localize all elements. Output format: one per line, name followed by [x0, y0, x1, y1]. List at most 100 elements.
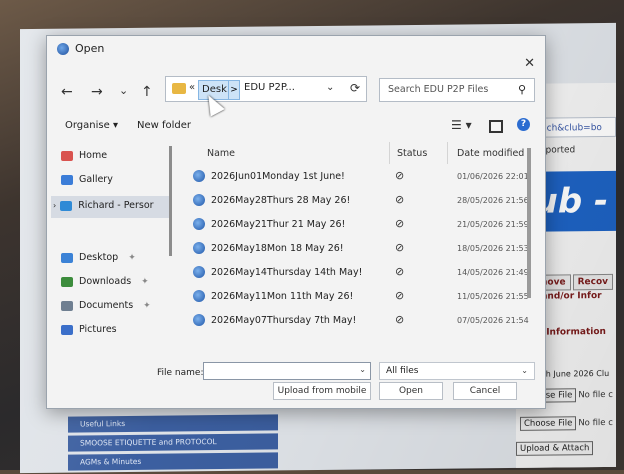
browser-icon: [57, 43, 69, 55]
file-date: 18/05/2026 21:53: [457, 244, 529, 253]
refresh-icon[interactable]: ⟳: [350, 81, 360, 95]
sync-status-icon: ⊘: [395, 289, 405, 302]
nav-item-desktop[interactable]: Desktop ✦: [61, 252, 136, 263]
column-header-date-modified[interactable]: Date modified: [457, 148, 524, 159]
file-type-select[interactable]: All files ⌄: [379, 362, 535, 380]
cloud-icon: [60, 200, 73, 211]
file-date: 28/05/2026 21:56: [457, 196, 529, 205]
file-name-dropdown-icon[interactable]: ⌄: [359, 365, 366, 374]
search-icon: ⚲: [517, 83, 526, 96]
pictures-icon: [61, 324, 73, 335]
file-type-value: All files: [386, 366, 419, 376]
html-file-icon: [193, 242, 205, 254]
html-file-icon: [193, 218, 205, 230]
recent-locations-chevron-icon[interactable]: ⌄: [119, 84, 128, 97]
address-bar[interactable]: « Desk... > EDU P2P... ⌄ ⟳: [165, 76, 367, 102]
no-file-text: No file c: [578, 417, 613, 429]
file-row[interactable]: 2026May14Thursday 14th May! ⊘ 14/05/2026…: [181, 262, 529, 284]
breadcrumb-current-folder[interactable]: EDU P2P...: [244, 82, 295, 93]
nav-item-downloads[interactable]: Downloads ✦: [61, 276, 149, 287]
search-placeholder: Search EDU P2P Files: [388, 84, 489, 95]
download-icon: [61, 276, 73, 287]
file-type-dropdown-icon[interactable]: ⌄: [521, 363, 528, 379]
no-file-text: No file c: [578, 389, 613, 401]
back-arrow-icon[interactable]: ←: [61, 84, 73, 100]
file-row[interactable]: 2026May11Mon 11th May 26! ⊘ 11/05/2026 2…: [181, 286, 529, 308]
column-divider[interactable]: [447, 142, 448, 164]
sync-status-icon: ⊘: [395, 169, 405, 182]
file-row[interactable]: 2026May28Thurs 28 May 26! ⊘ 28/05/2026 2…: [181, 190, 529, 212]
cancel-button[interactable]: Cancel: [453, 382, 517, 400]
file-name: 2026May21Thur 21 May 26!: [211, 219, 346, 230]
html-file-icon: [193, 266, 205, 278]
nav-item-label: Pictures: [79, 324, 117, 335]
breadcrumb-overflow-icon[interactable]: «: [189, 82, 195, 93]
file-row[interactable]: 2026May21Thur 21 May 26! ⊘ 21/05/2026 21…: [181, 214, 529, 236]
pin-icon[interactable]: ✦: [143, 301, 151, 311]
file-date: 21/05/2026 21:59: [457, 220, 529, 229]
home-icon: [61, 150, 73, 161]
nav-item-label: Desktop: [79, 252, 119, 263]
upload-attach-button[interactable]: Upload & Attach: [516, 441, 594, 456]
pin-icon[interactable]: ✦: [128, 253, 136, 263]
close-icon[interactable]: ✕: [524, 56, 535, 71]
sidebar-link[interactable]: AGMs & Minutes: [68, 452, 278, 471]
nav-item-pictures[interactable]: Pictures: [61, 324, 117, 335]
file-name: 2026May14Thursday 14th May!: [211, 267, 363, 278]
file-name: 2026May18Mon 18 May 26!: [211, 243, 344, 254]
search-input[interactable]: Search EDU P2P Files ⚲: [379, 78, 535, 102]
expand-chevron-icon[interactable]: ›: [53, 201, 56, 210]
recover-button[interactable]: Recov: [572, 273, 613, 291]
file-date: 01/06/2026 22:01: [457, 172, 529, 181]
file-name: 2026May11Mon 11th May 26!: [211, 291, 354, 302]
dialog-title: Open: [75, 42, 105, 55]
sidebar-link[interactable]: SMOOSE ETIQUETTE and PROTOCOL: [68, 433, 278, 452]
open-button[interactable]: Open: [379, 382, 443, 400]
sidebar-link[interactable]: Useful Links: [68, 414, 278, 433]
help-icon[interactable]: ?: [517, 118, 530, 131]
choose-file-button[interactable]: Choose File: [520, 416, 577, 431]
file-list-scrollbar[interactable]: [527, 148, 531, 298]
new-folder-button[interactable]: New folder: [137, 120, 191, 131]
html-file-icon: [193, 194, 205, 206]
forward-arrow-icon[interactable]: →: [91, 84, 103, 100]
html-file-icon: [193, 314, 205, 326]
nav-item-label: Documents: [79, 300, 134, 311]
html-file-icon: [193, 170, 205, 182]
navigation-scrollbar[interactable]: [169, 146, 172, 256]
organise-menu-button[interactable]: Organise ▾: [65, 120, 118, 131]
file-chooser: Choose File No file c: [520, 416, 613, 431]
file-row[interactable]: 2026Jun01Monday 1st June! ⊘ 01/06/2026 2…: [181, 166, 529, 188]
preview-pane-icon[interactable]: [489, 120, 503, 133]
column-header-status[interactable]: Status: [397, 148, 427, 159]
file-list: Name Status Date modified 2026Jun01Monda…: [181, 140, 533, 356]
folder-icon: [172, 83, 186, 94]
sync-status-icon: ⊘: [395, 313, 405, 326]
file-name-label: File name:: [157, 368, 204, 378]
file-row[interactable]: 2026May07Thursday 7th May! ⊘ 07/05/2026 …: [181, 310, 529, 332]
pin-icon[interactable]: ✦: [141, 277, 149, 287]
upload-from-mobile-button[interactable]: Upload from mobile: [273, 382, 371, 400]
file-name-input[interactable]: ⌄: [203, 362, 371, 380]
up-arrow-icon[interactable]: ↑: [141, 84, 153, 100]
breadcrumb-chevron-icon[interactable]: >: [228, 80, 240, 100]
column-header-name[interactable]: Name: [207, 148, 235, 159]
nav-item-onedrive[interactable]: › Richard - Persor: [53, 200, 154, 211]
nav-item-home[interactable]: Home: [61, 150, 107, 161]
documents-icon: [61, 300, 73, 311]
file-date: 07/05/2026 21:54: [457, 316, 529, 325]
open-file-dialog: Open ✕ ← → ⌄ ↑ « Desk... > EDU P2P... ⌄ …: [46, 35, 546, 409]
view-options-icon[interactable]: ☰ ▾: [451, 118, 472, 132]
html-file-icon: [193, 290, 205, 302]
nav-item-label: Richard - Persor: [78, 200, 154, 211]
address-dropdown-icon[interactable]: ⌄: [326, 82, 334, 93]
file-row[interactable]: 2026May18Mon 18 May 26! ⊘ 18/05/2026 21:…: [181, 238, 529, 260]
dialog-titlebar: Open ✕: [47, 36, 545, 71]
sync-status-icon: ⊘: [395, 193, 405, 206]
file-name: 2026Jun01Monday 1st June!: [211, 171, 345, 182]
nav-item-label: Downloads: [79, 276, 132, 287]
file-date: 11/05/2026 21:55: [457, 292, 529, 301]
nav-item-gallery[interactable]: Gallery: [61, 174, 113, 185]
nav-item-documents[interactable]: Documents ✦: [61, 300, 151, 311]
column-divider[interactable]: [389, 142, 390, 164]
